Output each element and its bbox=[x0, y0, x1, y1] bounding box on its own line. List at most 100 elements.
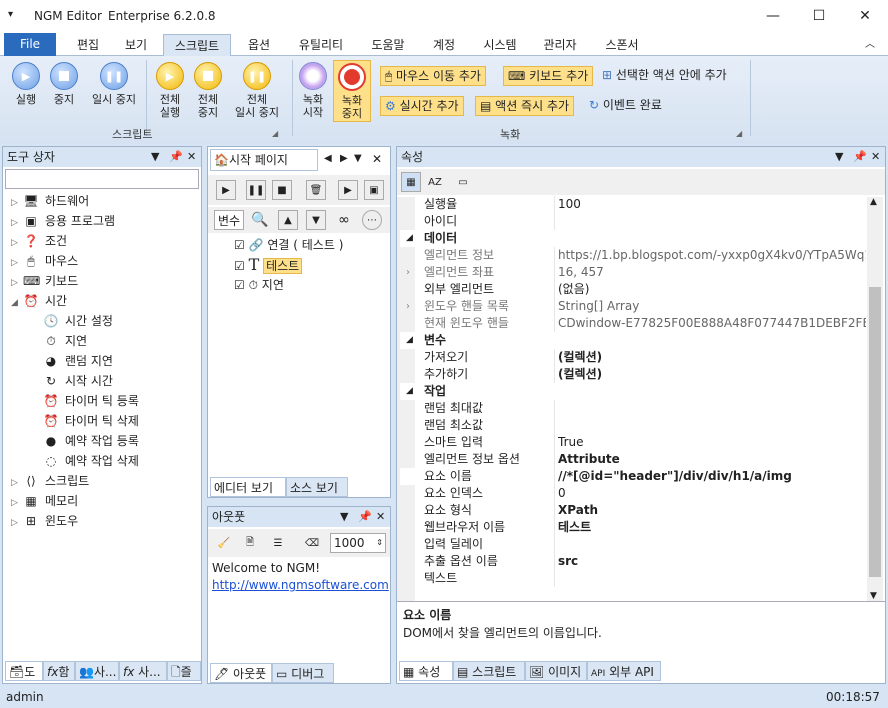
down-icon[interactable]: ▼ bbox=[306, 210, 326, 230]
dropdown-icon[interactable]: ▼ bbox=[340, 507, 348, 527]
tree-item-memory[interactable]: ▷ ▦ 메모리 bbox=[11, 491, 78, 511]
property-row[interactable]: 입력 딜레이 bbox=[400, 536, 866, 553]
favorites-tab[interactable]: 🗋즐 bbox=[167, 661, 201, 681]
property-row[interactable]: 현재 윈도우 핸들 CDwindow-E77825F00E888A48F07744… bbox=[400, 315, 866, 332]
tree-item-random-delay[interactable]: ◕ 랜덤 지연 bbox=[43, 351, 113, 371]
property-category[interactable]: ◢ 데이터 bbox=[400, 230, 866, 247]
infinity-icon[interactable]: ∞ bbox=[334, 210, 354, 230]
property-value[interactable]: 0 bbox=[558, 485, 866, 502]
tree-item-timer-delete[interactable]: ⏰ 타이머 틱 삭제 bbox=[43, 411, 139, 431]
stop-icon[interactable]: ■ bbox=[272, 180, 292, 200]
dropdown-icon[interactable]: ▼ bbox=[151, 147, 159, 167]
property-value[interactable]: (컬렉션) bbox=[558, 366, 866, 383]
up-icon[interactable]: ▲ bbox=[278, 210, 298, 230]
stop-button[interactable]: 중지 bbox=[40, 62, 88, 106]
tab-view[interactable]: 보기 bbox=[112, 34, 160, 56]
property-pages-icon[interactable]: ▭ bbox=[453, 172, 473, 192]
eraser-icon[interactable]: ⌫ bbox=[302, 533, 322, 553]
stop-all-button[interactable]: 전체 중지 bbox=[184, 62, 232, 119]
scroll-left-icon[interactable]: ◀ bbox=[324, 153, 332, 164]
record-stop-button[interactable]: 녹화 중지 bbox=[333, 60, 371, 122]
tree-item-condition[interactable]: ▷ ❓ 조건 bbox=[11, 231, 67, 251]
user-functions-tab[interactable]: fx 사... bbox=[119, 661, 167, 681]
output-tab[interactable]: 🖊 아웃풋 bbox=[210, 663, 272, 683]
property-row[interactable]: 스마트 입력 True bbox=[400, 434, 866, 451]
tab-admin[interactable]: 관리자 bbox=[534, 34, 586, 56]
more-icon[interactable]: ⋯ bbox=[362, 210, 382, 230]
collapse-ribbon-icon[interactable]: ︿ bbox=[858, 34, 882, 56]
property-value[interactable]: src bbox=[558, 553, 866, 570]
dropdown-icon[interactable]: ▼ bbox=[354, 153, 362, 164]
editor-view-tab[interactable]: 에디터 보기 bbox=[210, 477, 286, 497]
property-row[interactable]: 가져오기 (컬렉션) bbox=[400, 349, 866, 366]
property-row[interactable]: 외부 엘리먼트 (없음) bbox=[400, 281, 866, 298]
property-value[interactable]: 100 bbox=[558, 196, 866, 213]
expand-icon[interactable]: › bbox=[406, 298, 410, 315]
toolbox-tab[interactable]: 🗃도 bbox=[5, 661, 43, 681]
pause-icon[interactable]: ❚❚ bbox=[246, 180, 266, 200]
property-row[interactable]: 엘리먼트 정보 https://1.bp.blogspot.com/-yxxp0g… bbox=[400, 247, 866, 264]
tree-item-time-set[interactable]: 🕓 시간 설정 bbox=[43, 311, 113, 331]
pin-icon[interactable]: 📌 bbox=[853, 147, 867, 167]
property-row[interactable]: › 엘리먼트 좌표 16, 457 bbox=[400, 264, 866, 281]
image-tab[interactable]: 🖼 이미지 bbox=[525, 661, 587, 681]
property-value[interactable]: (없음) bbox=[558, 281, 866, 298]
collapse-icon[interactable]: ◢ bbox=[406, 383, 413, 400]
pause-all-button[interactable]: ❚❚ 전체 일시 중지 bbox=[228, 62, 286, 119]
properties-tab[interactable]: ▦ 속성 bbox=[399, 661, 453, 681]
property-row[interactable]: 요소 인덱스 0 bbox=[400, 485, 866, 502]
stepper-icon[interactable]: ⇕ bbox=[376, 534, 383, 552]
properties-scrollbar[interactable]: ▲ ▼ bbox=[867, 197, 883, 601]
close-icon[interactable]: ✕ bbox=[187, 147, 196, 167]
tab-system[interactable]: 시스템 bbox=[474, 34, 526, 56]
scroll-up-icon[interactable]: ▲ bbox=[870, 197, 877, 207]
dropdown-icon[interactable]: ▼ bbox=[835, 147, 843, 167]
clear-icon[interactable]: 🧹 bbox=[214, 533, 234, 553]
external-api-tab[interactable]: API 외부 API bbox=[587, 661, 661, 681]
property-row[interactable]: 요소 이름 //*[@id="header"]/div/div/h1/a/img bbox=[400, 468, 866, 485]
add-keyboard-button[interactable]: ⌨ 키보드 추가 bbox=[503, 66, 594, 86]
property-row[interactable]: 랜덤 최대값 bbox=[400, 400, 866, 417]
property-value[interactable]: https://1.bp.blogspot.com/-yxxp0gX4kv0/Y… bbox=[558, 247, 866, 264]
line-limit-input[interactable]: 1000 ⇕ bbox=[330, 533, 386, 553]
instant-action-button[interactable]: ▤ 액션 즉시 추가 bbox=[475, 96, 575, 116]
realtime-add-button[interactable]: ⚙ 실시간 추가 bbox=[380, 96, 464, 116]
close-icon[interactable]: ✕ bbox=[871, 147, 880, 167]
script-group-launcher-icon[interactable]: ◢ bbox=[272, 129, 278, 138]
tree-item-application[interactable]: ▷ ▣ 응용 프로그램 bbox=[11, 211, 115, 231]
property-category[interactable]: ◢ 작업 bbox=[400, 383, 866, 400]
pause-button[interactable]: ❚❚ 일시 중지 bbox=[86, 62, 142, 106]
property-value[interactable]: Attribute bbox=[558, 451, 866, 468]
step-icon[interactable]: ▶ bbox=[338, 180, 358, 200]
tree-item-timer-register[interactable]: ⏰ 타이머 틱 등록 bbox=[43, 391, 139, 411]
scroll-thumb[interactable] bbox=[869, 287, 881, 577]
pin-icon[interactable]: 📌 bbox=[169, 147, 183, 167]
pin-icon[interactable]: 📌 bbox=[358, 507, 372, 527]
tab-help[interactable]: 도움말 bbox=[362, 34, 414, 56]
tree-item-keyboard[interactable]: ▷ ⌨ 키보드 bbox=[11, 271, 78, 291]
tab-utility[interactable]: 유틸리티 bbox=[290, 34, 352, 56]
tab-options[interactable]: 옵션 bbox=[236, 34, 282, 56]
start-page-tab[interactable]: 🏠시작 페이지 bbox=[210, 149, 318, 171]
close-icon[interactable]: ✕ bbox=[376, 507, 385, 527]
tree-item-schedule-delete[interactable]: ◌ 예약 작업 삭제 bbox=[43, 451, 139, 471]
step-into-icon[interactable]: ▣ bbox=[364, 180, 384, 200]
property-value[interactable]: True bbox=[558, 434, 866, 451]
tab-script[interactable]: 스크립트 bbox=[163, 34, 231, 57]
toolbox-search-input[interactable] bbox=[5, 169, 199, 189]
close-icon[interactable]: ✕ bbox=[842, 0, 888, 32]
tree-item-start-time[interactable]: ↻ 시작 시간 bbox=[43, 371, 113, 391]
property-row[interactable]: 웹브라우저 이름 테스트 bbox=[400, 519, 866, 536]
property-category[interactable]: ◢ 변수 bbox=[400, 332, 866, 349]
quick-access-icon[interactable]: ▾ bbox=[8, 9, 13, 20]
property-row[interactable]: 엘리먼트 정보 옵션 Attribute bbox=[400, 451, 866, 468]
categorized-icon[interactable]: ▦ bbox=[401, 172, 421, 192]
tab-edit[interactable]: 편집 bbox=[64, 34, 112, 56]
property-row[interactable]: 실행율 100 bbox=[400, 196, 866, 213]
tree-item-mouse[interactable]: ▷ 🖱 마우스 bbox=[11, 251, 78, 271]
property-value[interactable]: 16, 457 bbox=[558, 264, 866, 281]
tree-item-delay[interactable]: ⏱ 지연 bbox=[43, 331, 87, 351]
alphabetical-icon[interactable]: AZ bbox=[425, 172, 445, 192]
delete-icon[interactable]: 🗑 bbox=[306, 180, 326, 200]
property-row[interactable]: 랜덤 최소값 bbox=[400, 417, 866, 434]
